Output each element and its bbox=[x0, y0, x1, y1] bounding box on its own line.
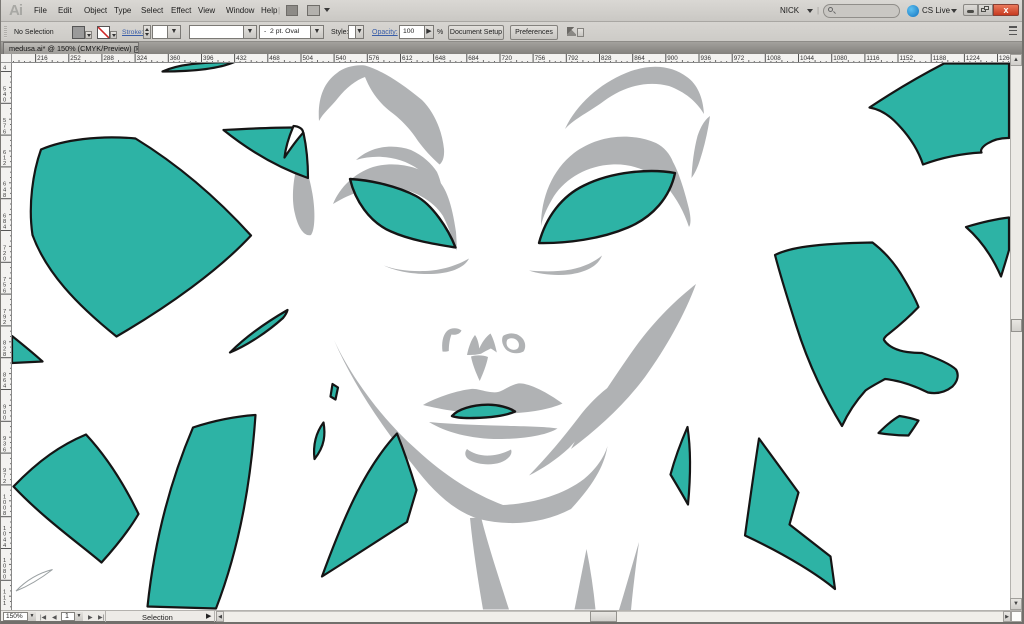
svg-text:2: 2 bbox=[3, 479, 6, 485]
svg-text:900: 900 bbox=[667, 55, 678, 62]
svg-text:1260: 1260 bbox=[999, 55, 1010, 62]
svg-text:0: 0 bbox=[3, 257, 6, 263]
svg-text:1224: 1224 bbox=[966, 55, 981, 62]
svg-text:2: 2 bbox=[3, 161, 6, 167]
svg-text:720: 720 bbox=[502, 55, 513, 62]
svg-text:864: 864 bbox=[634, 55, 645, 62]
svg-text:8: 8 bbox=[3, 511, 6, 517]
svg-text:216: 216 bbox=[37, 55, 48, 62]
svg-text:828: 828 bbox=[601, 55, 612, 62]
svg-text:540: 540 bbox=[336, 55, 347, 62]
svg-text:432: 432 bbox=[236, 55, 247, 62]
svg-text:684: 684 bbox=[468, 55, 479, 62]
svg-text:2: 2 bbox=[3, 320, 6, 326]
svg-text:6: 6 bbox=[3, 288, 6, 294]
svg-text:252: 252 bbox=[70, 55, 81, 62]
svg-text:1152: 1152 bbox=[900, 55, 914, 62]
svg-text:1044: 1044 bbox=[800, 55, 815, 62]
svg-text:648: 648 bbox=[435, 55, 446, 62]
svg-text:0: 0 bbox=[3, 98, 6, 104]
svg-text:1116: 1116 bbox=[866, 55, 880, 62]
svg-text:468: 468 bbox=[269, 55, 280, 62]
svg-text:8: 8 bbox=[3, 193, 6, 199]
svg-text:612: 612 bbox=[402, 55, 413, 62]
svg-text:6: 6 bbox=[3, 129, 6, 135]
svg-text:8: 8 bbox=[3, 352, 6, 358]
svg-text:792: 792 bbox=[568, 55, 579, 62]
svg-text:1188: 1188 bbox=[933, 55, 947, 62]
svg-text:360: 360 bbox=[170, 55, 181, 62]
svg-text:288: 288 bbox=[103, 55, 114, 62]
svg-text:0: 0 bbox=[3, 575, 6, 581]
svg-text:576: 576 bbox=[369, 55, 380, 62]
svg-text:0: 0 bbox=[3, 416, 6, 422]
svg-text:756: 756 bbox=[535, 55, 546, 62]
svg-text:6: 6 bbox=[3, 447, 6, 453]
svg-text:504: 504 bbox=[303, 55, 314, 62]
svg-text:936: 936 bbox=[701, 55, 712, 62]
svg-text:972: 972 bbox=[734, 55, 745, 62]
svg-text:324: 324 bbox=[137, 55, 148, 62]
svg-text:1008: 1008 bbox=[767, 55, 782, 62]
svg-text:1: 1 bbox=[3, 601, 6, 607]
svg-text:1080: 1080 bbox=[833, 55, 848, 62]
svg-text:396: 396 bbox=[203, 55, 214, 62]
